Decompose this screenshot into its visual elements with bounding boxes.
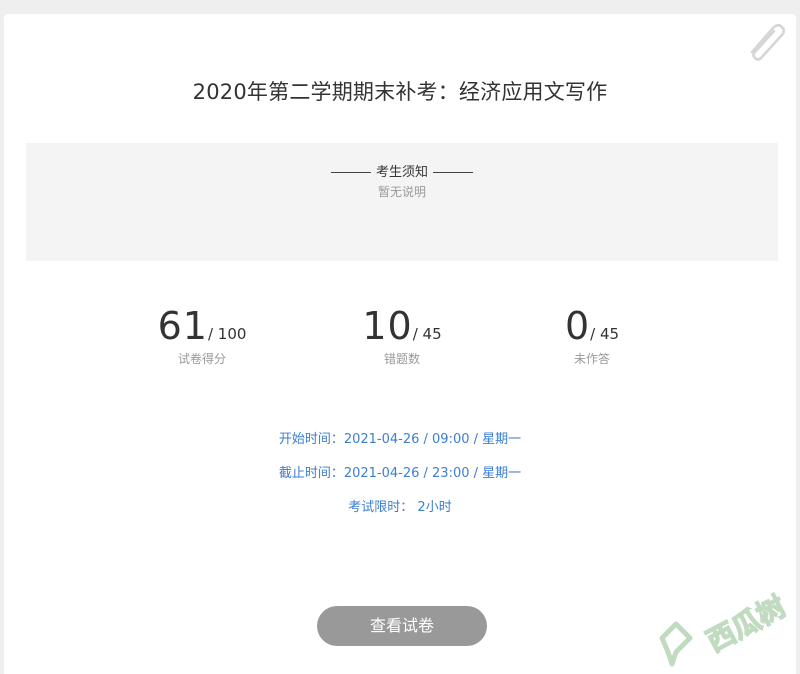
- paperclip-icon: [750, 23, 786, 61]
- score-label: 试卷得分: [177, 352, 226, 366]
- stat-score: 61/ 100 试卷得分: [112, 304, 292, 367]
- divider: [330, 172, 371, 173]
- score-total: / 100: [207, 325, 247, 343]
- end-time: 截止时间：2021-04-26 / 23:00 / 星期一: [278, 466, 522, 481]
- stat-wrong: 10/ 45 错题数: [312, 304, 492, 367]
- watermark-logo: 西瓜树: [659, 589, 792, 667]
- exam-result-card: 2020年第二学期期末补考：经济应用文写作 考生须知 暂无说明 61/ 100 …: [4, 14, 796, 674]
- stat-unanswered: 0/ 45 未作答: [502, 304, 682, 367]
- unanswered-total: / 45: [590, 325, 620, 343]
- notice-heading: 考生须知: [26, 161, 778, 180]
- time-limit: 考试限时： 2小时: [348, 500, 452, 515]
- score-value: 61: [157, 304, 208, 348]
- watermark-text: 西瓜树: [701, 590, 791, 659]
- candidate-notice: 考生须知 暂无说明: [26, 143, 778, 261]
- page-title: 2020年第二学期期末补考：经济应用文写作: [192, 80, 608, 104]
- notice-body: 暂无说明: [377, 185, 426, 199]
- wrong-label: 错题数: [383, 352, 420, 366]
- unanswered-value: 0: [564, 304, 591, 348]
- notice-heading-text: 考生须知: [375, 165, 428, 180]
- divider: [433, 172, 473, 173]
- wrong-total: / 45: [412, 325, 442, 343]
- wrong-value: 10: [362, 304, 413, 348]
- view-paper-button[interactable]: 查看试卷: [317, 606, 487, 646]
- start-time: 开始时间：2021-04-26 / 09:00 / 星期一: [278, 432, 522, 447]
- unanswered-label: 未作答: [573, 352, 610, 366]
